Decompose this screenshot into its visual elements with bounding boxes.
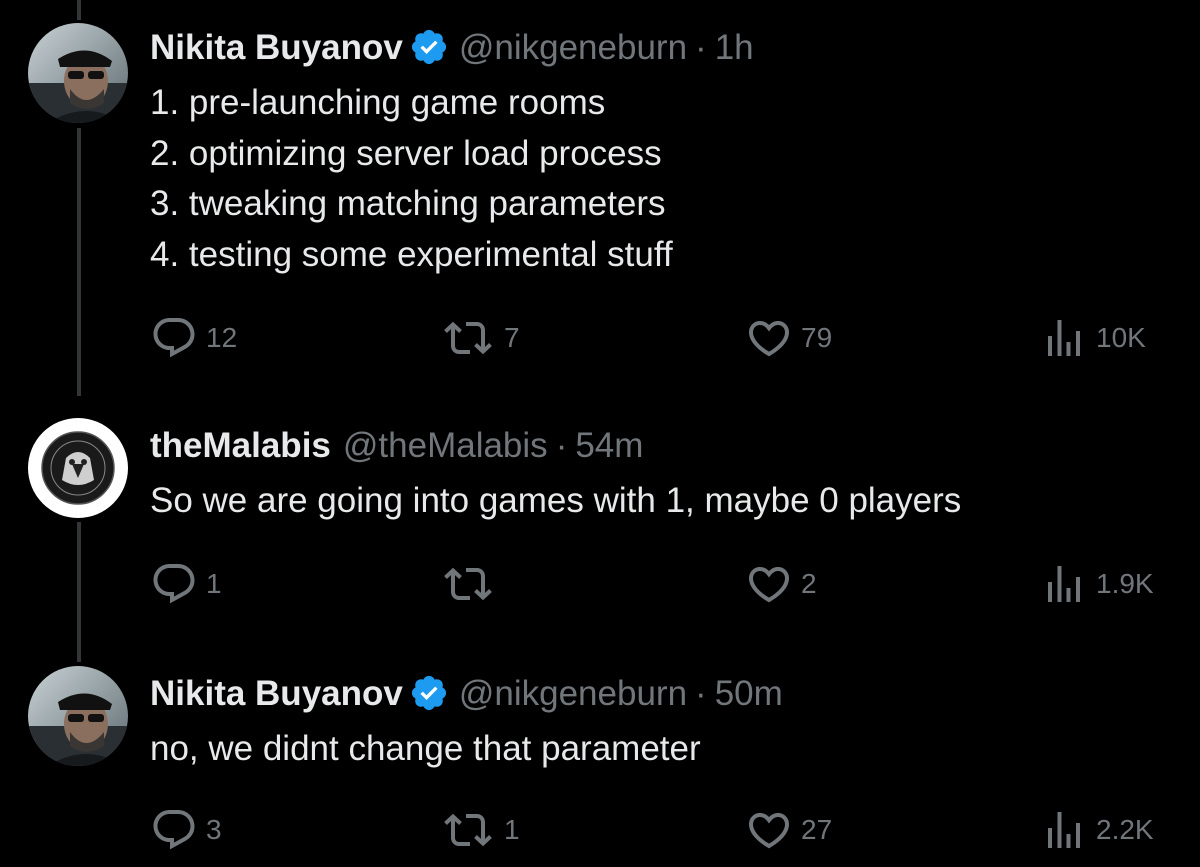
retweet-button[interactable]: 7	[440, 313, 520, 363]
views-count: 1.9K	[1096, 568, 1154, 599]
separator: ·	[555, 425, 568, 465]
like-button[interactable]: 27	[745, 805, 832, 855]
timestamp[interactable]: 50m	[715, 676, 783, 711]
tweet-line: no, we didnt change that parameter	[150, 729, 701, 768]
retweet-count: 7	[504, 322, 520, 353]
tweet-line: 3. tweaking matching parameters	[150, 184, 666, 223]
tweet-line: 1. pre-launching game rooms	[150, 83, 606, 122]
views-icon	[1048, 812, 1080, 848]
author-name[interactable]: Nikita Buyanov	[150, 676, 403, 711]
retweet-button[interactable]	[440, 559, 504, 609]
heart-icon	[748, 321, 790, 357]
action-bar: 12 7 79 10K	[0, 313, 1200, 363]
like-button[interactable]: 2	[745, 559, 817, 609]
like-button[interactable]: 79	[745, 313, 832, 363]
views-count: 10K	[1096, 322, 1146, 353]
retweet-icon	[444, 567, 492, 601]
retweet-icon	[444, 321, 492, 355]
timestamp[interactable]: 1h	[715, 30, 754, 65]
reply-count: 3	[206, 814, 222, 845]
tweet-line: So we are going into games with 1, maybe…	[150, 481, 962, 520]
tweet-text: 1. pre-launching game rooms 2. optimizin…	[150, 78, 673, 280]
tweet-header: Nikita Buyanov @nikgeneburn · 50m	[150, 666, 783, 720]
reply-count: 1	[206, 568, 222, 599]
views-icon	[1048, 566, 1080, 602]
tweet-text: So we are going into games with 1, maybe…	[150, 476, 961, 527]
tweet-header: theMalabis @theMalabis · 54m	[150, 418, 643, 472]
reply-count: 12	[206, 322, 238, 353]
avatar[interactable]	[28, 666, 128, 766]
reply-icon	[153, 318, 195, 358]
author-handle[interactable]: @theMalabis	[343, 428, 548, 463]
reply-button[interactable]: 1	[150, 559, 222, 609]
tweet-line: 4. testing some experimental stuff	[150, 234, 673, 274]
action-bar: 3 1 27 2.2K	[0, 805, 1200, 855]
reply-icon	[153, 810, 195, 850]
thread-line	[77, 0, 81, 20]
like-count: 79	[801, 322, 833, 353]
views-count: 2.2K	[1096, 814, 1154, 845]
views-icon	[1048, 320, 1080, 356]
heart-icon	[748, 567, 790, 603]
avatar[interactable]	[28, 23, 128, 123]
tweet-text: no, we didnt change that parameter	[150, 724, 701, 775]
author-handle[interactable]: @nikgeneburn	[459, 30, 687, 65]
reply-button[interactable]: 3	[150, 805, 222, 855]
avatar[interactable]	[28, 418, 128, 518]
heart-icon	[748, 813, 790, 849]
retweet-count: 1	[504, 814, 520, 845]
views-button[interactable]: 10K	[1040, 313, 1146, 363]
tweet-line: 2. optimizing server load process	[150, 133, 662, 173]
like-count: 27	[801, 814, 833, 845]
author-name[interactable]: Nikita Buyanov	[150, 30, 403, 65]
retweet-button[interactable]: 1	[440, 805, 520, 855]
separator: ·	[695, 673, 707, 713]
action-bar: 1 2 1.9K	[0, 559, 1200, 609]
verified-badge-icon	[409, 27, 449, 67]
views-button[interactable]: 1.9K	[1040, 559, 1154, 609]
author-handle[interactable]: @nikgeneburn	[459, 676, 687, 711]
timestamp[interactable]: 54m	[575, 428, 643, 463]
author-name[interactable]: theMalabis	[150, 428, 331, 463]
reply-button[interactable]: 12	[150, 313, 237, 363]
like-count: 2	[801, 568, 817, 599]
retweet-icon	[444, 813, 492, 847]
reply-icon	[153, 564, 195, 604]
separator: ·	[695, 27, 707, 67]
verified-badge-icon	[409, 673, 449, 713]
tweet-header: Nikita Buyanov @nikgeneburn · 1h	[150, 20, 754, 74]
views-button[interactable]: 2.2K	[1040, 805, 1154, 855]
